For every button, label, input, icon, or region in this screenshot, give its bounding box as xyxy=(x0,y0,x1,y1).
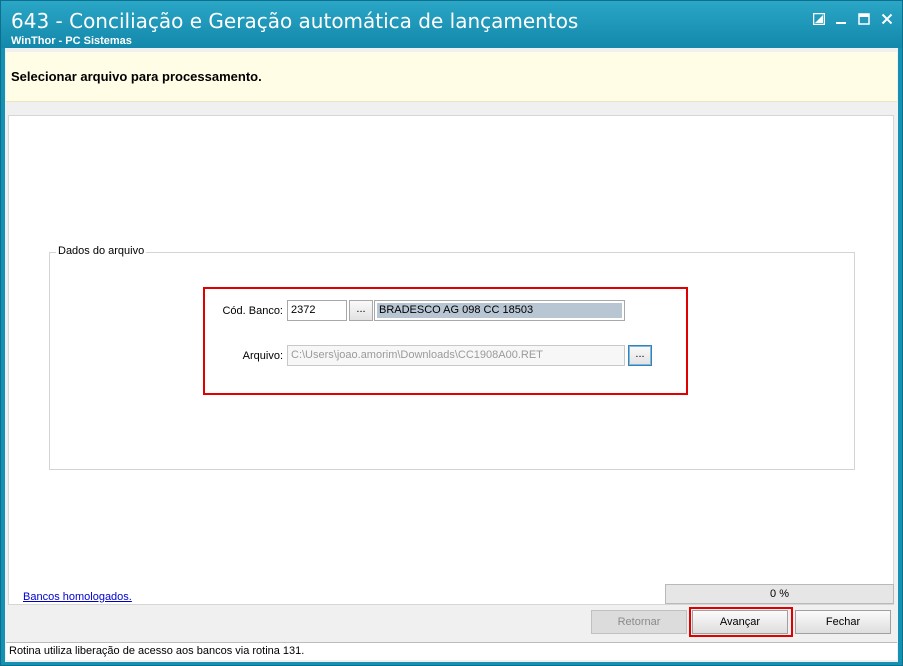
cod-banco-label: Cód. Banco: xyxy=(222,305,283,317)
bancos-homologados-link[interactable]: Bancos homologados. xyxy=(23,591,132,603)
fechar-label: Fechar xyxy=(825,616,861,628)
status-bar: Rotina utiliza liberação de acesso aos b… xyxy=(6,642,897,660)
app-window: 643 - Conciliação e Geração automática d… xyxy=(0,0,903,666)
step-header: Selecionar arquivo para processamento. xyxy=(6,52,897,102)
content-panel: Dados do arquivo Cód. Banco: 2372 ... BR… xyxy=(8,115,894,605)
cod-banco-input[interactable]: 2372 xyxy=(287,300,347,321)
window-subtitle: WinThor - PC Sistemas xyxy=(11,35,132,47)
client-area: Selecionar arquivo para processamento. D… xyxy=(5,48,898,662)
banco-lookup-button[interactable]: ... xyxy=(349,300,373,321)
fechar-button[interactable]: Fechar xyxy=(795,610,891,634)
highlight-avancar xyxy=(689,607,793,637)
maximize-icon[interactable] xyxy=(854,10,874,28)
banco-description-field: BRADESCO AG 098 CC 18503 xyxy=(374,300,625,321)
title-bar[interactable]: 643 - Conciliação e Geração automática d… xyxy=(1,1,902,48)
banco-description-text: BRADESCO AG 098 CC 18503 xyxy=(377,303,622,318)
progress-bar: 0 % xyxy=(665,584,894,604)
progress-text: 0 % xyxy=(770,588,789,600)
window-title: 643 - Conciliação e Geração automática d… xyxy=(11,9,579,33)
arquivo-browse-button[interactable]: ... xyxy=(628,345,652,366)
close-icon[interactable] xyxy=(877,10,897,28)
arquivo-input[interactable]: C:\Users\joao.amorim\Downloads\CC1908A00… xyxy=(287,345,625,366)
restore-icon[interactable] xyxy=(809,10,829,28)
retornar-button[interactable]: Retornar xyxy=(591,610,687,634)
step-header-text: Selecionar arquivo para processamento. xyxy=(11,69,262,84)
retornar-label: Retornar xyxy=(617,616,661,628)
group-title: Dados do arquivo xyxy=(56,245,147,257)
minimize-icon[interactable] xyxy=(831,10,851,28)
arquivo-label: Arquivo: xyxy=(242,350,283,362)
